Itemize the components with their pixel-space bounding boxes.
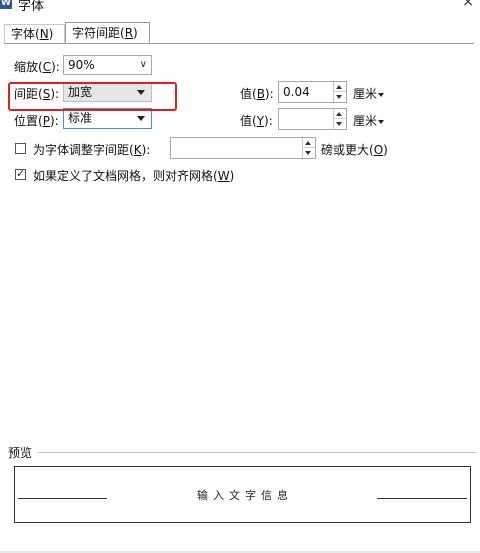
preview-left-line (18, 498, 107, 499)
dropdown-arrow-icon (137, 116, 145, 121)
spin-up-icon[interactable] (336, 112, 342, 116)
preview-sample-text: 输入文字信息 (197, 489, 293, 502)
tab-spacing-accel: R (124, 26, 134, 40)
spacing-label-pre: 间距( (14, 87, 43, 101)
kerning-label-pre: 为字体调整字间距( (33, 143, 134, 157)
kerning-label: 为字体调整字间距(K): (33, 141, 150, 158)
kerning-size-spinner[interactable] (170, 137, 316, 159)
spacing-value-label: 值(B): (240, 85, 274, 102)
preview-divider (38, 452, 476, 453)
spacing-label: 间距(S): (14, 85, 59, 102)
kerning-suffix-accel: O (373, 143, 384, 157)
spin-divider (303, 147, 315, 148)
kerning-suffix-pre: 磅或更大( (321, 143, 374, 157)
spacing-dropdown[interactable]: 加宽 (63, 82, 152, 102)
tab-font-suffix: ) (48, 27, 54, 41)
position-label-pre: 位置( (14, 114, 43, 128)
spin-up-icon[interactable] (336, 85, 342, 89)
spin-divider (334, 91, 346, 92)
tab-character-spacing[interactable]: 字符间距(R) (65, 22, 150, 43)
scale-label-pre: 缩放( (14, 60, 43, 74)
spacing-value-label-accel: B (256, 87, 265, 101)
grid-label-post: ) (229, 169, 235, 183)
wps-writer-icon: W (0, 0, 12, 9)
spacing-unit-dropdown[interactable]: 厘米 (353, 85, 385, 102)
position-value-label-accel: Y (256, 114, 265, 128)
snap-to-grid-label: 如果定义了文档网格，则对齐网格(W) (33, 167, 234, 184)
close-button[interactable]: × (462, 0, 474, 10)
kerning-label-accel: K (133, 143, 142, 157)
dialog-title: 字体 (18, 0, 45, 14)
spacing-unit-label: 厘米 (353, 87, 378, 101)
dropdown-arrow-icon (137, 90, 145, 95)
spacing-value-label-pre: 值( (240, 87, 257, 101)
tab-font[interactable]: 字体(N) (4, 24, 65, 43)
spin-down-icon[interactable] (305, 151, 311, 155)
position-value-label-post: ): (264, 114, 273, 128)
spacing-value-label-post: ): (264, 87, 274, 101)
position-unit-label: 厘米 (353, 114, 378, 128)
tab-font-accel: N (39, 27, 49, 41)
spacing-value-input[interactable]: 0.04 (283, 85, 310, 99)
preview-label: 预览 (8, 444, 36, 461)
snap-to-grid-checkbox[interactable] (15, 167, 26, 180)
kerning-suffix-post: ) (383, 143, 388, 157)
spinner-buttons[interactable] (333, 109, 346, 129)
title-bar: W 字体 × (0, 0, 480, 14)
scale-value: 90% (68, 58, 95, 72)
spinner-buttons[interactable] (302, 138, 315, 158)
unit-dropdown-icon (378, 119, 385, 124)
position-value: 标准 (68, 111, 93, 125)
scale-label-post: ): (51, 60, 60, 74)
spacing-value: 加宽 (68, 85, 93, 99)
grid-label-accel: W (217, 169, 230, 183)
scale-dropdown[interactable]: 90% ∨ (63, 55, 152, 75)
position-value-spinner[interactable] (278, 108, 347, 130)
position-value-label-pre: 值( (240, 114, 257, 128)
chevron-down-icon: ∨ (139, 59, 147, 70)
preview-right-line (377, 498, 467, 499)
kerning-label-post: ): (141, 143, 151, 157)
spin-down-icon[interactable] (336, 122, 342, 126)
position-label: 位置(P): (14, 112, 59, 129)
spacing-label-post: ): (50, 87, 60, 101)
kerning-suffix-label: 磅或更大(O) (321, 141, 388, 158)
spin-down-icon[interactable] (336, 95, 342, 99)
position-value-label: 值(Y): (240, 112, 273, 129)
grid-label-pre: 如果定义了文档网格，则对齐网格( (33, 169, 218, 183)
position-label-post: ): (49, 114, 59, 128)
spinner-buttons[interactable] (333, 82, 346, 102)
tab-spacing-label: 字符间距( (72, 26, 125, 40)
spin-divider (334, 118, 346, 119)
position-label-accel: P (42, 114, 50, 128)
spin-up-icon[interactable] (305, 141, 311, 145)
tab-font-label: 字体( (11, 27, 40, 41)
position-unit-dropdown[interactable]: 厘米 (353, 112, 385, 129)
kerning-checkbox[interactable] (15, 143, 26, 154)
tab-spacing-suffix: ) (133, 26, 138, 40)
position-dropdown[interactable]: 标准 (63, 108, 152, 129)
spacing-value-spinner[interactable]: 0.04 (278, 81, 347, 103)
scale-label: 缩放(C): (14, 58, 60, 75)
unit-dropdown-icon (378, 92, 385, 97)
scale-label-accel: C (42, 60, 52, 74)
